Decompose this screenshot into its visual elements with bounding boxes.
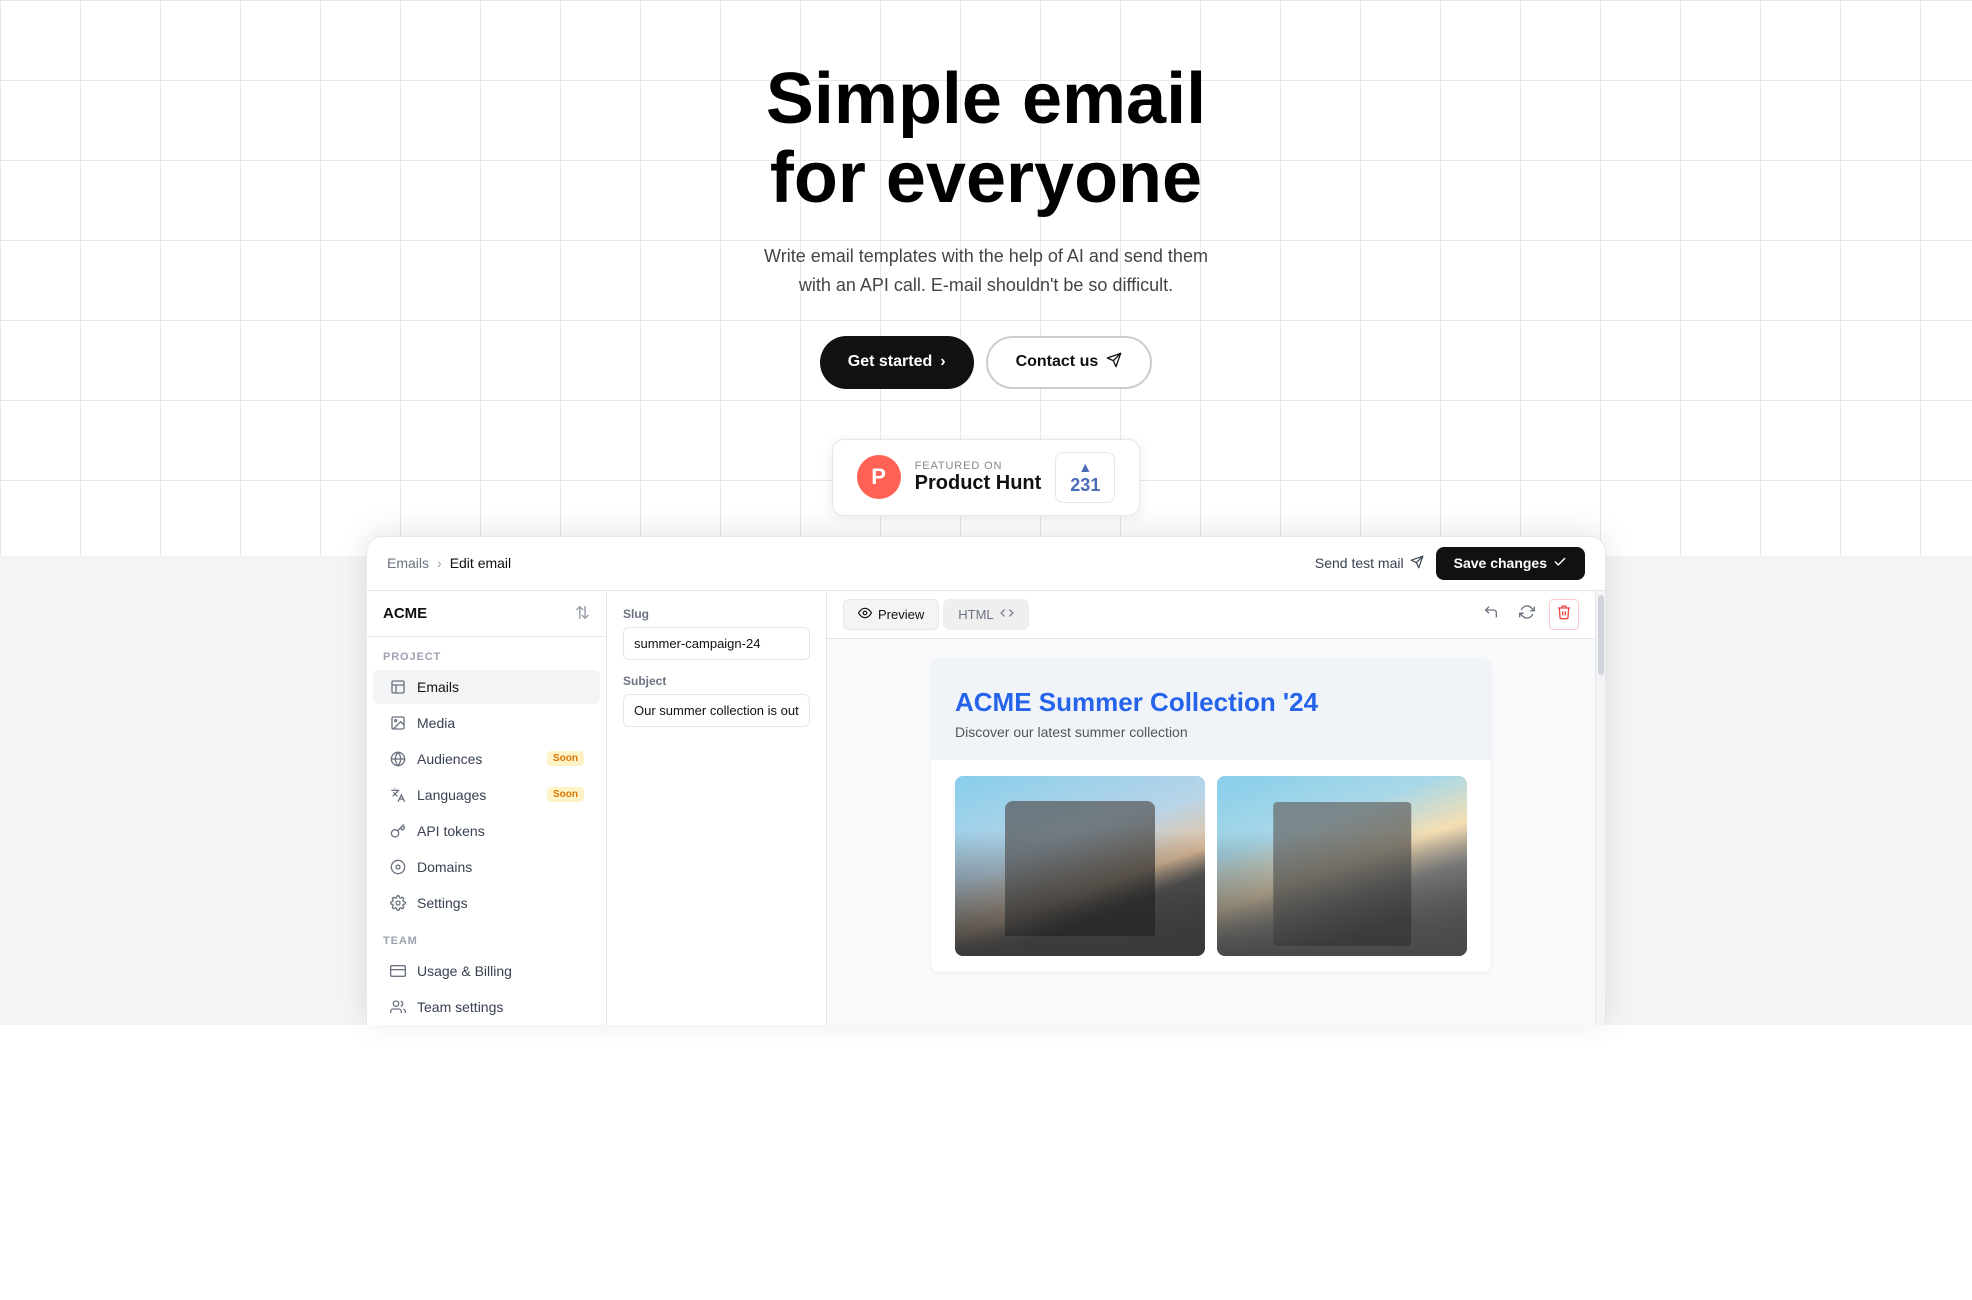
settings-icon xyxy=(389,894,407,912)
delete-button[interactable] xyxy=(1549,599,1579,630)
preview-scrollbar[interactable] xyxy=(1595,591,1605,1025)
media-icon xyxy=(389,714,407,732)
sidebar-settings-label: Settings xyxy=(417,895,468,911)
billing-icon xyxy=(389,962,407,980)
scrollbar-thumb xyxy=(1598,595,1604,675)
hero-title: Simple email for everyone xyxy=(766,60,1206,218)
tab-preview[interactable]: Preview xyxy=(843,599,939,630)
breadcrumb-emails-link[interactable]: Emails xyxy=(387,555,429,571)
sidebar-item-api-tokens[interactable]: API tokens xyxy=(373,814,600,848)
product-hunt-badge[interactable]: P FEATURED ON Product Hunt ▲ 231 xyxy=(832,439,1141,516)
code-icon xyxy=(1000,606,1014,623)
send-test-button[interactable]: Send test mail xyxy=(1315,555,1424,572)
refresh-button[interactable] xyxy=(1513,599,1541,630)
email-image-1 xyxy=(955,776,1205,956)
email-image-2 xyxy=(1217,776,1467,956)
preview-tabs: Preview HTML xyxy=(843,599,1029,630)
sidebar-languages-label: Languages xyxy=(417,787,486,803)
app-topbar: Emails › Edit email Send test mail Save … xyxy=(367,537,1605,591)
sidebar-api-tokens-label: API tokens xyxy=(417,823,485,839)
email-card: ACME Summer Collection '24 Discover our … xyxy=(931,659,1491,972)
breadcrumb-current: Edit email xyxy=(450,555,511,571)
sidebar-item-languages[interactable]: Languages Soon xyxy=(373,778,600,812)
edit-panel: Slug Subject xyxy=(607,591,827,1025)
send-test-icon xyxy=(1410,555,1424,572)
preview-actions xyxy=(1477,599,1579,630)
send-icon xyxy=(1106,352,1122,373)
sidebar-item-audiences[interactable]: Audiences Soon xyxy=(373,742,600,776)
email-images xyxy=(931,760,1491,972)
product-hunt-logo: P xyxy=(857,455,901,499)
hero-subtitle: Write email templates with the help of A… xyxy=(746,242,1226,300)
sidebar-emails-label: Emails xyxy=(417,679,459,695)
audiences-icon xyxy=(389,750,407,768)
preview-area: Preview HTML xyxy=(827,591,1595,1025)
arrow-right-icon: › xyxy=(940,353,945,371)
slug-label: Slug xyxy=(623,607,810,621)
sidebar-audiences-label: Audiences xyxy=(417,751,482,767)
emails-icon xyxy=(389,678,407,696)
save-check-icon xyxy=(1553,555,1567,572)
upvote-arrow-icon: ▲ xyxy=(1078,459,1092,475)
breadcrumb-separator: › xyxy=(437,555,442,571)
main-content: Slug Subject Preview xyxy=(607,591,1605,1025)
sidebar-media-label: Media xyxy=(417,715,455,731)
sidebar-item-usage-billing[interactable]: Usage & Billing xyxy=(373,954,600,988)
sidebar-org-name: ACME xyxy=(383,605,427,622)
sidebar-team-label: TEAM xyxy=(367,921,606,953)
undo-button[interactable] xyxy=(1477,599,1505,630)
topbar-actions: Send test mail Save changes xyxy=(1315,547,1585,580)
email-preview: ACME Summer Collection '24 Discover our … xyxy=(827,639,1595,1025)
product-hunt-votes: ▲ 231 xyxy=(1055,452,1115,503)
sidebar-item-domains[interactable]: Domains xyxy=(373,850,600,884)
app-body: ACME ⇅ PROJECT Emails xyxy=(367,591,1605,1025)
hero-buttons: Get started › Contact us xyxy=(820,336,1152,389)
sidebar-team-settings-label: Team settings xyxy=(417,999,503,1015)
chevron-updown-icon: ⇅ xyxy=(575,603,590,624)
api-tokens-icon xyxy=(389,822,407,840)
eye-icon xyxy=(858,606,872,623)
app-container: Emails › Edit email Send test mail Save … xyxy=(366,536,1606,1025)
get-started-button[interactable]: Get started › xyxy=(820,336,974,389)
sidebar-org-switcher[interactable]: ACME ⇅ xyxy=(367,591,606,637)
slug-input[interactable] xyxy=(623,627,810,660)
sidebar: ACME ⇅ PROJECT Emails xyxy=(367,591,607,1025)
team-settings-icon xyxy=(389,998,407,1016)
tab-html[interactable]: HTML xyxy=(943,599,1028,630)
sidebar-item-settings[interactable]: Settings xyxy=(373,886,600,920)
subject-label: Subject xyxy=(623,674,810,688)
contact-us-button[interactable]: Contact us xyxy=(986,336,1153,389)
sidebar-item-team-settings[interactable]: Team settings xyxy=(373,990,600,1024)
languages-soon-badge: Soon xyxy=(547,787,584,802)
audiences-soon-badge: Soon xyxy=(547,751,584,766)
sidebar-item-media[interactable]: Media xyxy=(373,706,600,740)
product-hunt-text: FEATURED ON Product Hunt xyxy=(915,460,1042,495)
email-header-sub: Discover our latest summer collection xyxy=(955,724,1467,740)
hero-section: Simple email for everyone Write email te… xyxy=(0,0,1972,556)
preview-toolbar: Preview HTML xyxy=(827,591,1595,639)
domains-icon xyxy=(389,858,407,876)
sidebar-domains-label: Domains xyxy=(417,859,472,875)
languages-icon xyxy=(389,786,407,804)
breadcrumb: Emails › Edit email xyxy=(387,555,511,571)
email-header: ACME Summer Collection '24 Discover our … xyxy=(931,659,1491,760)
email-header-title: ACME Summer Collection '24 xyxy=(955,687,1467,718)
sidebar-usage-billing-label: Usage & Billing xyxy=(417,963,512,979)
subject-input[interactable] xyxy=(623,694,810,727)
sidebar-project-label: PROJECT xyxy=(367,637,606,669)
save-changes-button[interactable]: Save changes xyxy=(1436,547,1585,580)
sidebar-item-emails[interactable]: Emails xyxy=(373,670,600,704)
